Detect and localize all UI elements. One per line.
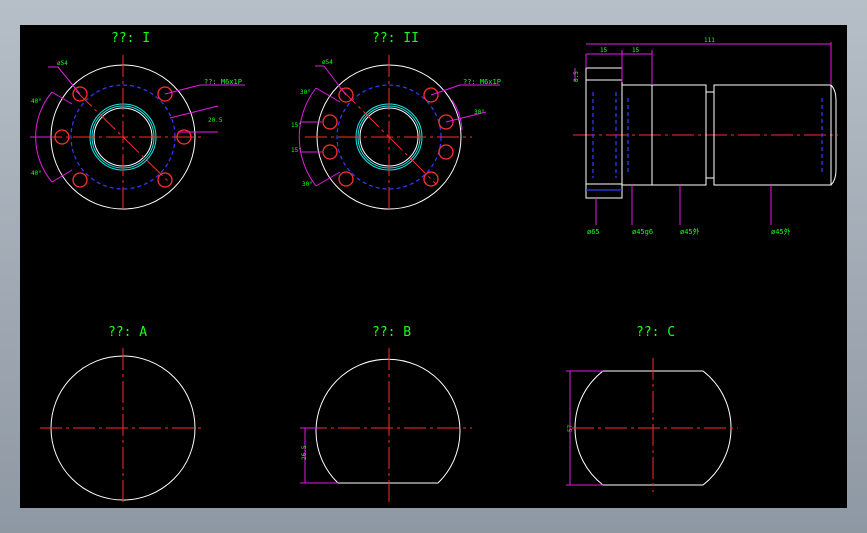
flange-rim xyxy=(585,183,623,199)
dim-ext-line xyxy=(51,169,73,183)
bolt-hole xyxy=(438,144,454,160)
dim-ext-line xyxy=(315,171,341,187)
dim-dia-45-b: ø45外 xyxy=(771,227,791,236)
dim-angle-right: 30° xyxy=(474,109,485,116)
flange-body xyxy=(585,67,623,199)
dim-thread: ??: M6x1P xyxy=(463,78,501,86)
view-2-flange[interactable]: ??: II 30° 15° 15° 30° ø54 ??: M6x1P 30° xyxy=(291,31,501,212)
side-view-nut[interactable]: 15 15 111 8.5 ø65 ø45g6 ø45外 ø45外 xyxy=(573,37,838,236)
dim-angle-b: 15° xyxy=(291,122,302,129)
view-b[interactable]: ??: B 26.5 xyxy=(300,325,472,505)
dim-angle-c: 15° xyxy=(291,147,302,154)
dim-flat-height: 26.5 xyxy=(301,445,308,460)
bolt-hole xyxy=(338,171,354,187)
cad-drawing: ??: I 40° 40° ø54 ??: M6x1P 20.5 ??: II … xyxy=(30,31,838,505)
dim-bolt-circle: ø54 xyxy=(322,59,333,66)
dim-flat-width: 57 xyxy=(567,424,574,432)
view-b-title: ??: B xyxy=(372,325,411,340)
bolt-hole xyxy=(322,114,338,130)
dim-angle-a: 30° xyxy=(300,89,311,96)
leader-line xyxy=(323,65,347,96)
view-c-title: ??: C xyxy=(636,325,675,340)
flatted-profile xyxy=(315,358,461,484)
dim-dia-45-a: ø45外 xyxy=(680,227,700,236)
dim-thread: ??: M6x1P xyxy=(204,78,242,86)
dim-angle-bottom: 40° xyxy=(31,170,42,177)
dim-overall-length: 111 xyxy=(704,37,715,44)
window-frame: ??: I 40° 40° ø54 ??: M6x1P 20.5 ??: II … xyxy=(0,0,867,533)
dim-flange-step: 8.5 xyxy=(573,71,580,82)
bolt-hole xyxy=(157,172,173,188)
bolt-hole xyxy=(72,172,88,188)
view-a[interactable]: ??: A xyxy=(40,325,205,505)
dim-angle-top: 40° xyxy=(31,98,42,105)
drawing-canvas[interactable]: ??: I 40° 40° ø54 ??: M6x1P 20.5 ??: II … xyxy=(20,25,847,508)
dim-dia-45g6: ø45g6 xyxy=(632,228,653,236)
dim-ext-line xyxy=(315,87,341,103)
view-c[interactable]: ??: C 57 xyxy=(566,325,738,492)
view-2-title: ??: II xyxy=(372,31,419,46)
dim-bolt-circle: ø54 xyxy=(57,60,68,67)
dim-angle-d: 30° xyxy=(302,181,313,188)
dim-dia-65: ø65 xyxy=(587,228,600,236)
view-1-title: ??: I xyxy=(111,31,150,46)
dim-flange-width: 15 xyxy=(600,47,608,54)
view-a-title: ??: A xyxy=(108,325,147,340)
dim-offset: 20.5 xyxy=(208,117,223,124)
view-1-flange[interactable]: ??: I 40° 40° ø54 ??: M6x1P 20.5 xyxy=(30,31,245,212)
bolt-hole xyxy=(423,171,439,187)
dim-step-width: 15 xyxy=(632,47,640,54)
dim-ext-line xyxy=(51,91,73,105)
bolt-hole xyxy=(322,144,338,160)
